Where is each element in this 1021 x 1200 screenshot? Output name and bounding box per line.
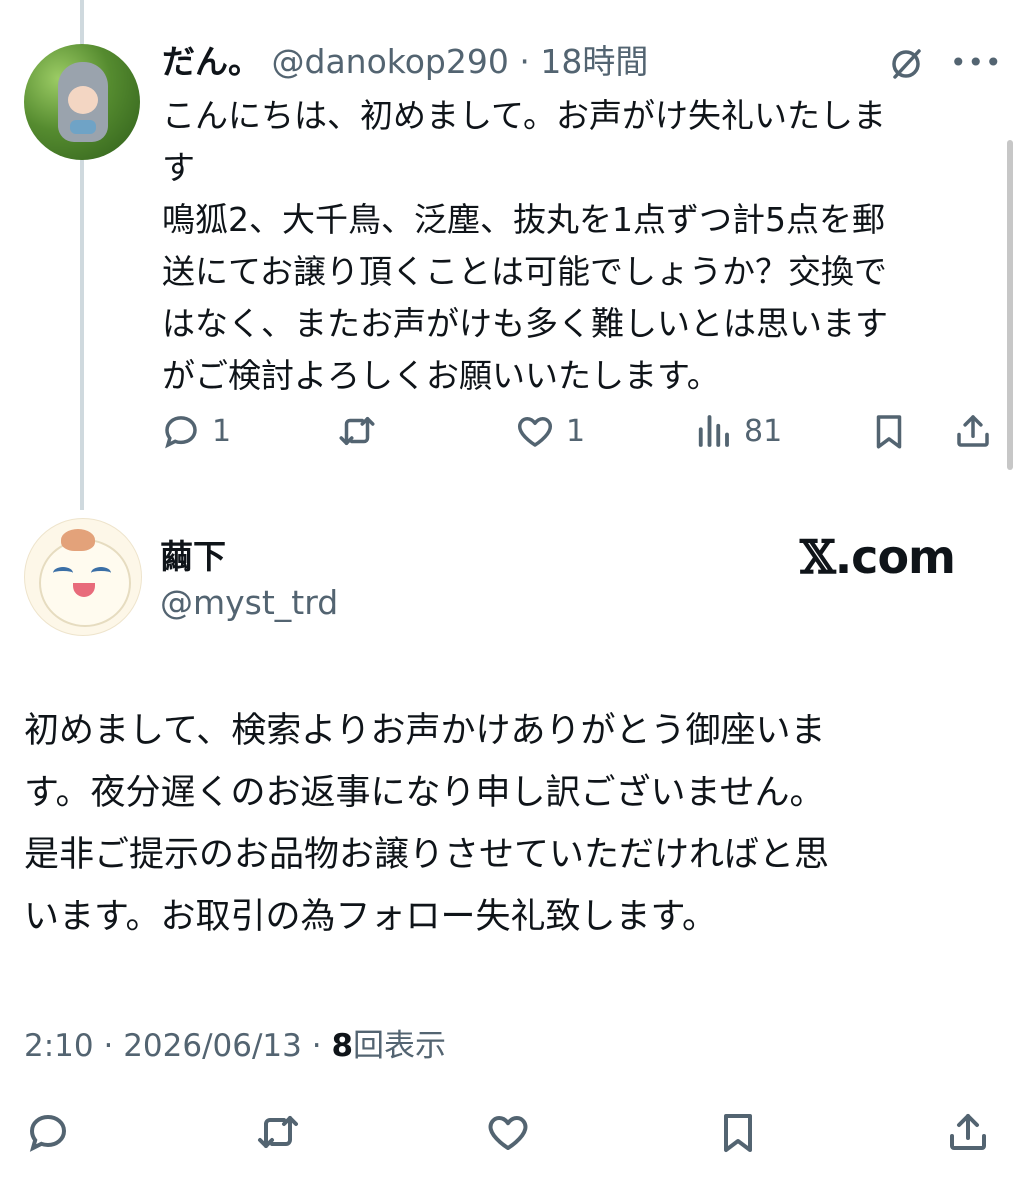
avatar-face xyxy=(68,86,98,114)
bookmark-button[interactable] xyxy=(868,410,910,452)
brand-domain: .com xyxy=(834,530,956,584)
grok-icon[interactable] xyxy=(886,44,926,84)
retweet-button[interactable] xyxy=(254,1108,302,1156)
bookmark-icon xyxy=(724,1114,752,1152)
bookmark-button[interactable] xyxy=(714,1108,762,1156)
display-name[interactable]: だん。 xyxy=(162,42,261,81)
views-count: 8 xyxy=(331,1028,354,1064)
separator: · xyxy=(519,42,530,81)
retweet-button[interactable] xyxy=(336,410,378,452)
reply-button[interactable]: 1 xyxy=(160,410,231,452)
share-button[interactable] xyxy=(952,410,994,452)
text-line: す。夜分遅くのお返事になり申し訳ございません。 xyxy=(24,773,825,813)
display-name[interactable]: 繭下 xyxy=(160,536,226,578)
text-line: 是非ご提示のお品物お譲りさせていただければと思 xyxy=(24,835,830,875)
bookmark-icon xyxy=(876,415,902,449)
share-icon xyxy=(950,1114,986,1150)
views-icon xyxy=(698,415,729,447)
like-count: 1 xyxy=(566,413,586,449)
text-line: 送にてお譲り頂くことは可能でしょうか？交換で xyxy=(162,252,888,291)
reply-tweet-actions: 1 1 81 xyxy=(0,410,1021,456)
views-count: 81 xyxy=(744,413,783,449)
text-line: がご検討よろしくお願いいたします。 xyxy=(162,356,720,395)
reply-tweet-text: こんにちは、初めまして。お声がけ失礼いたしま す 鳴狐2、大千鳥、泛塵、抜丸を1… xyxy=(162,90,972,402)
time-ago[interactable]: 18時間 xyxy=(540,42,648,81)
text-line: 初めまして、検索よりお声かけありがとう御座いま xyxy=(24,711,826,751)
text-line: こんにちは、初めまして。お声がけ失礼いたしま xyxy=(162,96,887,135)
like-button[interactable]: 1 xyxy=(514,410,585,452)
more-icon[interactable]: ••• xyxy=(950,49,1003,77)
views-button[interactable]: 81 xyxy=(692,410,782,452)
like-button[interactable] xyxy=(484,1108,532,1156)
avatar-myst-trd[interactable] xyxy=(24,518,142,636)
views-label: 回表示 xyxy=(353,1028,447,1064)
x-com-brand: 𝕏.com xyxy=(800,530,956,584)
text-line: 鳴狐2、大千鳥、泛塵、抜丸を1点ずつ計5点を郵 xyxy=(162,200,885,239)
retweet-icon xyxy=(339,417,375,445)
text-line: います。お取引の為フォロー失礼致します。 xyxy=(24,897,718,937)
like-icon xyxy=(488,1116,528,1150)
reply-count: 1 xyxy=(212,413,232,449)
separator: · xyxy=(103,1028,114,1064)
like-icon xyxy=(517,417,553,447)
separator: · xyxy=(311,1028,322,1064)
avatar-bow xyxy=(70,120,96,134)
x-logo-icon: 𝕏 xyxy=(800,530,836,584)
text-line: はなく、またお声がけも多く難しいとは思います xyxy=(162,304,888,343)
avatar-bun xyxy=(61,529,95,551)
avatar-eye xyxy=(91,567,111,579)
avatar-danokop290[interactable] xyxy=(24,44,140,160)
reply-icon xyxy=(165,416,197,449)
reply-button[interactable] xyxy=(24,1108,72,1156)
reply-icon xyxy=(29,1114,67,1152)
retweet-icon xyxy=(258,1116,298,1148)
text-line: す xyxy=(162,148,195,187)
handle[interactable]: @myst_trd xyxy=(160,582,338,624)
avatar-eye xyxy=(53,567,73,579)
tweet-date[interactable]: 2026/06/13 xyxy=(123,1028,302,1064)
main-tweet-actions xyxy=(0,1108,1021,1156)
share-button[interactable] xyxy=(944,1108,992,1156)
tweet-time[interactable]: 2:10 xyxy=(24,1028,94,1064)
reply-tweet-header: だん。 @danokop290 · 18時間 xyxy=(162,40,648,84)
main-tweet-text: 初めまして、検索よりお声かけありがとう御座いま す。夜分遅くのお返事になり申し訳… xyxy=(24,700,984,948)
tweet-meta: 2:10 · 2026/06/13 · 8回表示 xyxy=(24,1024,446,1068)
handle[interactable]: @danokop290 xyxy=(272,42,509,81)
share-icon xyxy=(957,415,989,447)
